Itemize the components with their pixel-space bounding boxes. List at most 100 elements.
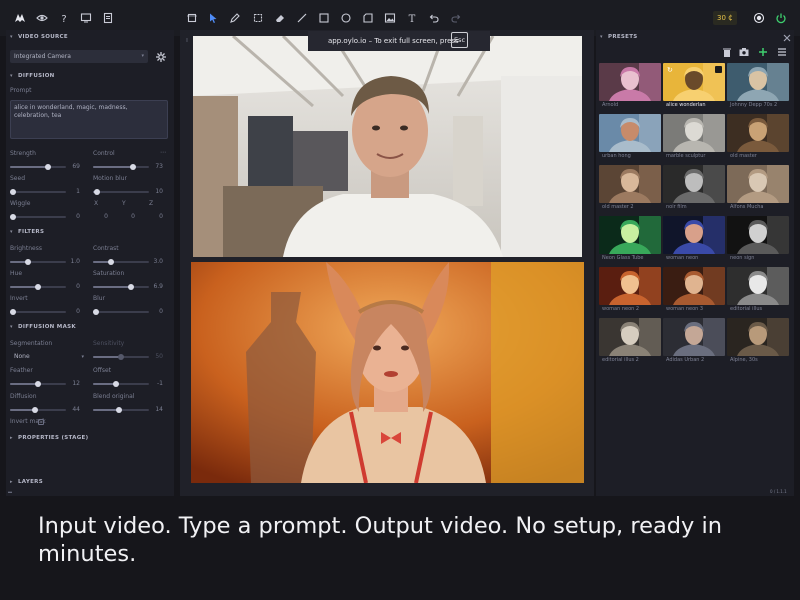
preset-item[interactable]: Arnold — [599, 63, 661, 109]
y-value[interactable]: 0 — [121, 213, 135, 220]
control-slider[interactable] — [93, 164, 149, 170]
hue-slider[interactable] — [10, 284, 66, 290]
circle-tool-icon[interactable] — [338, 10, 354, 26]
diffusion-mask-label: Diffusion — [10, 393, 37, 400]
frame-tool-icon[interactable] — [184, 10, 200, 26]
section-properties-stage[interactable]: ▸ PROPERTIES (STAGE) — [10, 435, 88, 441]
preset-thumbnail — [663, 318, 725, 356]
power-icon[interactable] — [773, 10, 789, 26]
record-icon[interactable] — [751, 10, 767, 26]
seed-slider[interactable] — [10, 189, 66, 195]
saturation-slider[interactable] — [93, 284, 149, 290]
feather-label: Feather — [10, 367, 33, 374]
preset-item[interactable]: urban hong — [599, 114, 661, 160]
sensitivity-slider — [93, 354, 149, 360]
refresh-icon[interactable]: ↻ — [667, 66, 675, 74]
preset-label: alice wonderlan — [666, 102, 706, 108]
redo-icon[interactable] — [448, 10, 464, 26]
save-icon[interactable] — [715, 66, 722, 73]
esc-key-hint: Esc — [451, 32, 468, 48]
monitor-icon[interactable] — [78, 10, 94, 26]
preset-label: Arnold — [602, 102, 619, 108]
undo-icon[interactable] — [426, 10, 442, 26]
preset-item[interactable]: editorial illus 2 — [599, 318, 661, 364]
image-tool-icon[interactable] — [382, 10, 398, 26]
prompt-textarea[interactable]: alice in wonderland, magic, madness, cel… — [10, 100, 168, 139]
section-layers[interactable]: ▸ LAYERS — [10, 479, 43, 485]
saturation-label: Saturation — [93, 270, 125, 277]
x-value[interactable]: 0 — [94, 213, 108, 220]
preset-item[interactable]: neon sign — [727, 216, 789, 262]
preset-label: woman neon 3 — [666, 306, 704, 312]
output-video-frame[interactable] — [191, 262, 584, 483]
trash-icon[interactable] — [719, 44, 735, 60]
line-tool-icon[interactable] — [294, 10, 310, 26]
preset-thumbnail — [599, 165, 661, 203]
brightness-slider[interactable] — [10, 259, 66, 265]
crop-tool-icon[interactable] — [250, 10, 266, 26]
preset-thumbnail — [599, 63, 661, 101]
feather-slider[interactable] — [10, 381, 66, 387]
more-options-icon[interactable]: ⋯ — [160, 149, 166, 156]
preset-item[interactable]: old master 2 — [599, 165, 661, 211]
section-presets[interactable]: ▾ PRESETS — [600, 34, 638, 40]
pen-tool-icon[interactable] — [227, 10, 243, 26]
diffusion-mask-slider[interactable] — [10, 407, 66, 413]
blur-slider[interactable] — [93, 309, 149, 315]
section-video-source[interactable]: ▾ VIDEO SOURCE — [10, 34, 68, 40]
contrast-label: Contrast — [93, 245, 119, 252]
preset-item[interactable]: alice wonderlan ↻ — [663, 63, 725, 109]
pointer-tool-icon[interactable] — [205, 10, 221, 26]
blend-original-slider[interactable] — [93, 407, 149, 413]
contrast-slider[interactable] — [93, 259, 149, 265]
svg-text:?: ? — [61, 14, 66, 24]
eraser-tool-icon[interactable] — [272, 10, 288, 26]
preset-thumbnail — [727, 216, 789, 254]
strength-slider[interactable] — [10, 164, 66, 170]
preset-label: neon sign — [730, 255, 755, 261]
document-icon[interactable] — [100, 10, 116, 26]
preset-item[interactable]: noir film — [663, 165, 725, 211]
preset-item[interactable]: Neon Glass Tube — [599, 216, 661, 262]
preset-item[interactable]: woman neon 2 — [599, 267, 661, 313]
logo-icon[interactable] — [12, 10, 28, 26]
text-tool-icon[interactable]: T — [404, 10, 420, 26]
shape-tool-icon[interactable] — [360, 10, 376, 26]
preset-item[interactable]: woman neon — [663, 216, 725, 262]
preset-item[interactable]: woman neon 3 — [663, 267, 725, 313]
prompt-label: Prompt — [10, 87, 32, 94]
wiggle-slider[interactable] — [10, 214, 66, 220]
input-video-frame[interactable] — [193, 36, 582, 257]
list-icon[interactable] — [774, 44, 790, 60]
preset-item[interactable]: Alfons Mucha — [727, 165, 789, 211]
preset-item[interactable]: old master — [727, 114, 789, 160]
camera-settings-gear-icon[interactable] — [153, 49, 169, 65]
video-source-select[interactable]: Integrated Camera ▾ — [10, 50, 148, 63]
preset-label: old master 2 — [602, 204, 634, 210]
invert-mask-checkbox[interactable] — [38, 419, 44, 425]
offset-slider[interactable] — [93, 381, 149, 387]
section-diffusion-mask[interactable]: ▾ DIFFUSION MASK — [10, 324, 76, 330]
section-filters[interactable]: ▾ FILTERS — [10, 229, 44, 235]
motion-blur-slider[interactable] — [93, 189, 149, 195]
preset-item[interactable]: marble sculptur — [663, 114, 725, 160]
section-diffusion[interactable]: ▾ DIFFUSION — [10, 73, 55, 79]
help-icon[interactable]: ? — [56, 10, 72, 26]
add-icon[interactable] — [755, 44, 771, 60]
brightness-label: Brightness — [10, 245, 42, 252]
seed-value: 1 — [76, 188, 80, 195]
preset-item[interactable]: editorial illus — [727, 267, 789, 313]
rectangle-tool-icon[interactable] — [316, 10, 332, 26]
segmentation-select[interactable]: None ▾ — [10, 352, 86, 362]
preset-item[interactable]: Johnny Depp 70s 2 — [727, 63, 789, 109]
z-value[interactable]: 0 — [149, 213, 163, 220]
invert-label: Invert — [10, 295, 28, 302]
preset-item[interactable]: Adidas Urban 2 — [663, 318, 725, 364]
input-tab[interactable]: I — [183, 37, 191, 45]
eye-icon[interactable] — [34, 10, 50, 26]
preset-label: Adidas Urban 2 — [666, 357, 705, 363]
svg-text:T: T — [409, 14, 416, 24]
preset-item[interactable]: Alpine, 30s — [727, 318, 789, 364]
wiggle-label: Wiggle — [10, 200, 31, 207]
invert-slider[interactable] — [10, 309, 66, 315]
